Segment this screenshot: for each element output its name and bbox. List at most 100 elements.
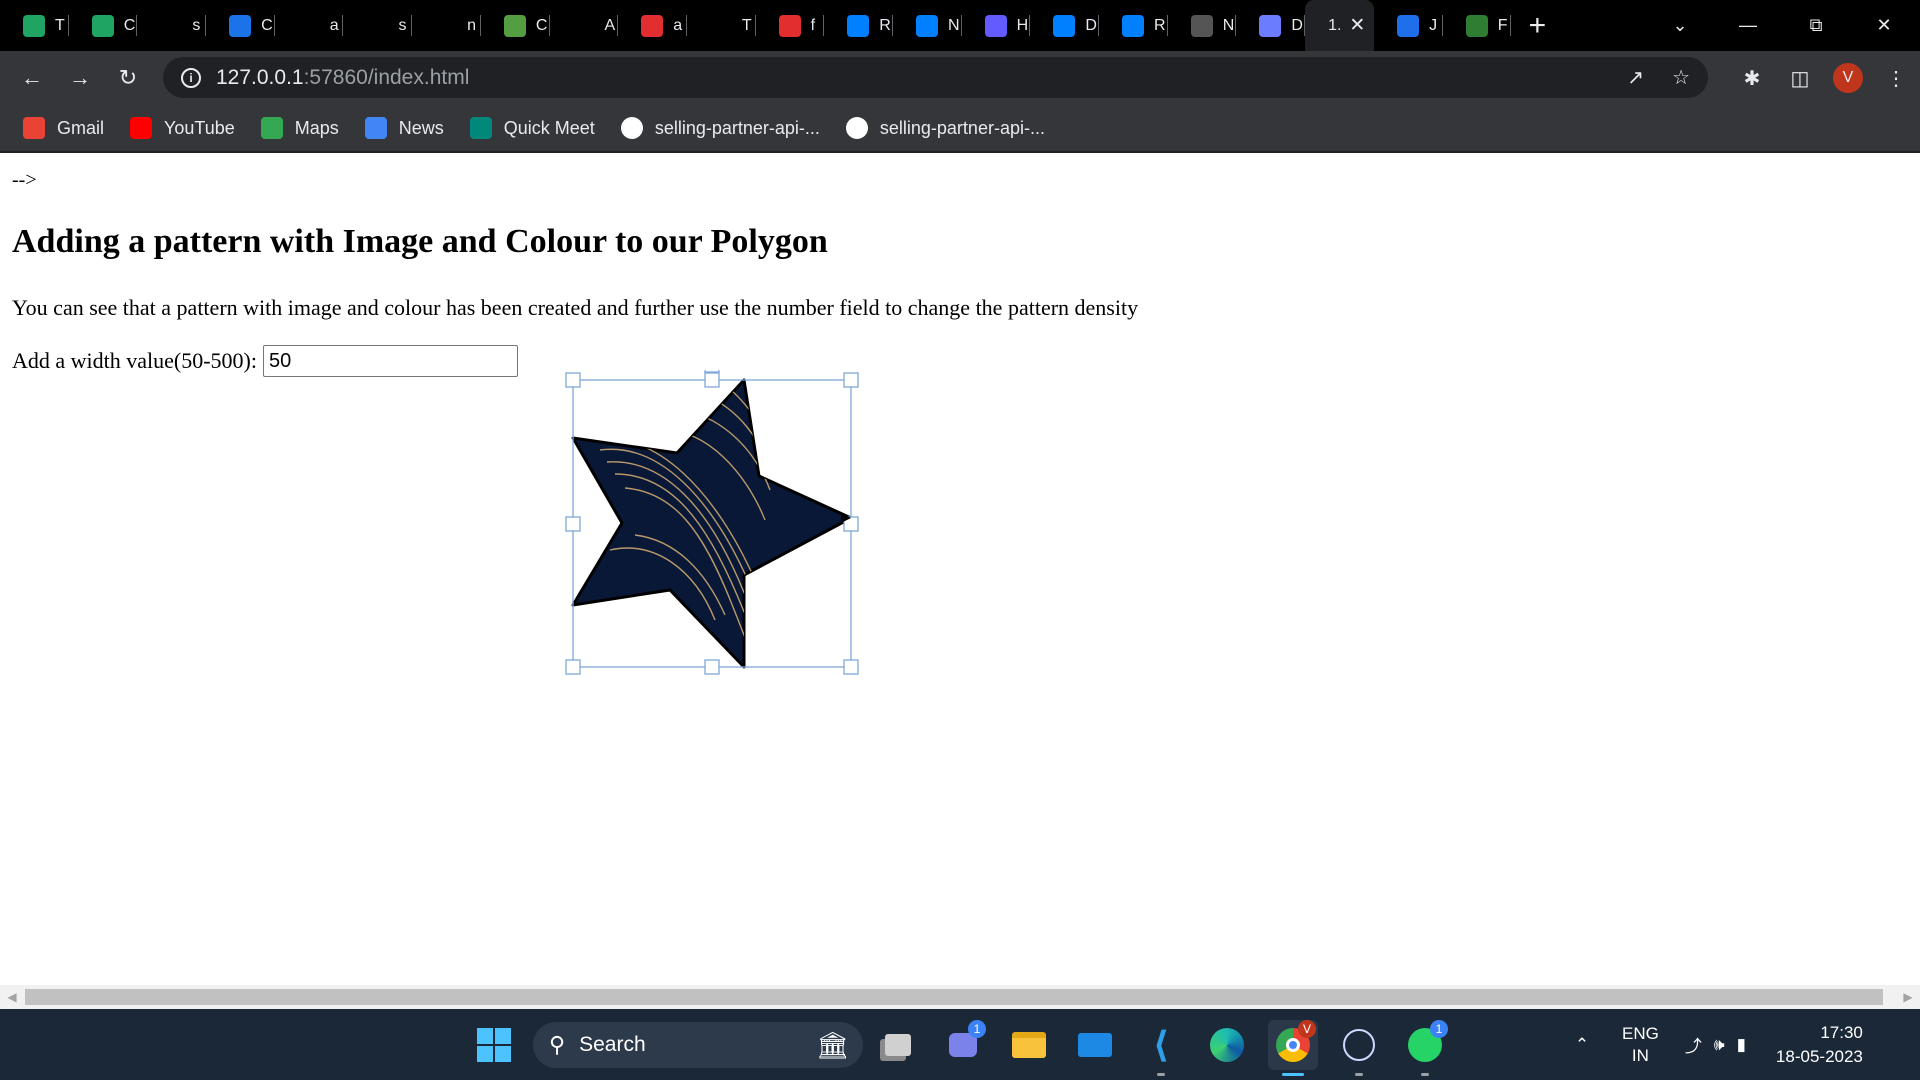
browser-tab[interactable]: T	[0, 0, 69, 51]
tab-close-icon[interactable]: ✕	[1349, 14, 1365, 37]
windows-logo-icon	[477, 1028, 511, 1062]
tab-search-icon[interactable]: ⌄	[1646, 0, 1714, 51]
close-window-button[interactable]: ✕	[1850, 0, 1918, 51]
windows-taskbar: ⚲ Search 🏛 1 ⟨ V 1 ⌃ ENG IN ⤴ 🕪 ▮ 17:30 …	[0, 1009, 1920, 1080]
profile-avatar[interactable]: V	[1833, 63, 1863, 93]
bookmark-item[interactable]: selling-partner-api-...	[608, 111, 833, 145]
tab-title: R	[879, 16, 891, 34]
news-icon	[364, 117, 387, 139]
whatsapp-button[interactable]: 1	[1400, 1020, 1450, 1076]
address-bar[interactable]: i 127.0.0.1:57860/index.html ↗ ☆	[163, 57, 1708, 98]
bookmark-label: News	[398, 117, 444, 138]
bookmark-item[interactable]: Quick Meet	[457, 111, 608, 145]
width-form: Add a width value(50-500):	[12, 345, 518, 377]
mui-icon	[915, 14, 938, 37]
browser-tab[interactable]: s	[137, 0, 206, 51]
minimize-button[interactable]: —	[1714, 0, 1782, 51]
browser-tab[interactable]: A	[550, 0, 619, 51]
reload-button[interactable]: ↻	[104, 51, 152, 105]
bookmark-star-icon[interactable]: ☆	[1672, 65, 1690, 90]
width-number-input[interactable]	[263, 345, 518, 377]
clock[interactable]: 17:30 18-05-2023	[1776, 1021, 1863, 1069]
teams-chat-button[interactable]: 1	[938, 1020, 988, 1070]
gmail-icon	[23, 117, 45, 139]
share-icon[interactable]: ↗	[1627, 65, 1644, 90]
active-indicator	[1282, 1073, 1304, 1076]
handle-middle-left[interactable]	[565, 516, 581, 532]
rotate-handle[interactable]	[704, 361, 720, 373]
mail-button[interactable]	[1070, 1020, 1120, 1070]
star-polygon[interactable]	[571, 378, 853, 669]
canvas-svg	[565, 361, 859, 675]
bookmark-label: selling-partner-api-...	[654, 117, 820, 138]
url-path: :57860/index.html	[303, 65, 470, 89]
tab-title: f	[810, 16, 816, 34]
horizontal-scrollbar[interactable]: ◀ ▶	[0, 985, 1920, 1009]
browser-tab[interactable]: H	[962, 0, 1031, 51]
scrollbar-thumb[interactable]	[25, 989, 1883, 1005]
browser-tab[interactable]: T	[687, 0, 756, 51]
task-view-button[interactable]	[873, 1020, 923, 1070]
browser-tab[interactable]: f	[756, 0, 825, 51]
browser-tab[interactable]: F	[1443, 0, 1512, 51]
tab-title: H	[1016, 16, 1029, 34]
fabric-canvas[interactable]	[555, 361, 875, 690]
handle-bottom-left[interactable]	[565, 659, 581, 675]
edge-button[interactable]	[1202, 1020, 1252, 1070]
back-button[interactable]: ←	[8, 51, 56, 105]
bookmark-item[interactable]: selling-partner-api-...	[833, 111, 1058, 145]
forward-button[interactable]: →	[56, 51, 104, 105]
browser-tab[interactable]: C	[206, 0, 275, 51]
browser-tab[interactable]: a	[275, 0, 344, 51]
browser-tab[interactable]: N	[1168, 0, 1237, 51]
browser-tab[interactable]: 1. ✕	[1305, 0, 1375, 51]
handle-top-left[interactable]	[565, 372, 581, 388]
browser-tab[interactable]: n	[412, 0, 481, 51]
language-indicator[interactable]: ENG IN	[1622, 1023, 1659, 1067]
bookmark-item[interactable]: News	[352, 111, 457, 145]
task-view-icon	[885, 1034, 911, 1056]
bookmark-item[interactable]: YouTube	[117, 111, 248, 145]
vscode-icon: ⟨	[1152, 1024, 1170, 1066]
github-icon	[297, 14, 320, 37]
wifi-icon[interactable]: ⤴	[1685, 1032, 1702, 1057]
docs-icon	[229, 14, 252, 37]
browser-tab[interactable]: D	[1030, 0, 1099, 51]
start-button[interactable]	[469, 1020, 519, 1070]
chatgpt-button[interactable]	[1334, 1020, 1384, 1076]
browser-tab[interactable]: N	[893, 0, 962, 51]
browser-tab[interactable]: J	[1374, 0, 1443, 51]
browser-tab[interactable]: C	[69, 0, 138, 51]
browser-tab[interactable]: D	[1236, 0, 1305, 51]
language-top: ENG	[1622, 1023, 1659, 1043]
browser-tab[interactable]: C	[481, 0, 550, 51]
chrome-button[interactable]: V	[1268, 1020, 1318, 1076]
side-panel-icon[interactable]: ◫	[1776, 51, 1824, 105]
browser-tab[interactable]: s	[343, 0, 412, 51]
bookmark-item[interactable]: Gmail	[10, 111, 117, 145]
browser-tab[interactable]: a	[618, 0, 687, 51]
running-indicator	[1421, 1073, 1429, 1076]
browser-tab[interactable]: R	[1099, 0, 1168, 51]
battery-icon[interactable]: ▮	[1737, 1035, 1746, 1055]
bookmark-item[interactable]: Maps	[248, 111, 352, 145]
handle-bottom-right[interactable]	[843, 659, 859, 675]
running-indicator	[1355, 1073, 1363, 1076]
site-info-icon[interactable]: i	[181, 67, 201, 88]
menu-icon[interactable]: ⋮	[1872, 51, 1920, 105]
volume-icon[interactable]: 🕪	[1714, 1035, 1725, 1055]
browser-tab[interactable]: R	[824, 0, 893, 51]
restore-button[interactable]: ⧉	[1782, 0, 1850, 51]
show-hidden-icons-icon[interactable]: ⌃	[1570, 1035, 1594, 1055]
handle-top-right[interactable]	[843, 372, 859, 388]
scroll-right-icon[interactable]: ▶	[1896, 985, 1920, 1009]
extensions-icon[interactable]: ✱	[1728, 51, 1776, 105]
new-tab-button[interactable]: +	[1517, 0, 1557, 51]
handle-top-middle[interactable]	[704, 372, 720, 388]
stripe-icon	[984, 14, 1007, 37]
handle-bottom-middle[interactable]	[704, 659, 720, 675]
taskbar-search[interactable]: ⚲ Search 🏛	[533, 1022, 863, 1068]
vscode-button[interactable]: ⟨	[1136, 1020, 1186, 1076]
file-explorer-button[interactable]	[1004, 1020, 1054, 1070]
scroll-left-icon[interactable]: ◀	[0, 985, 24, 1009]
